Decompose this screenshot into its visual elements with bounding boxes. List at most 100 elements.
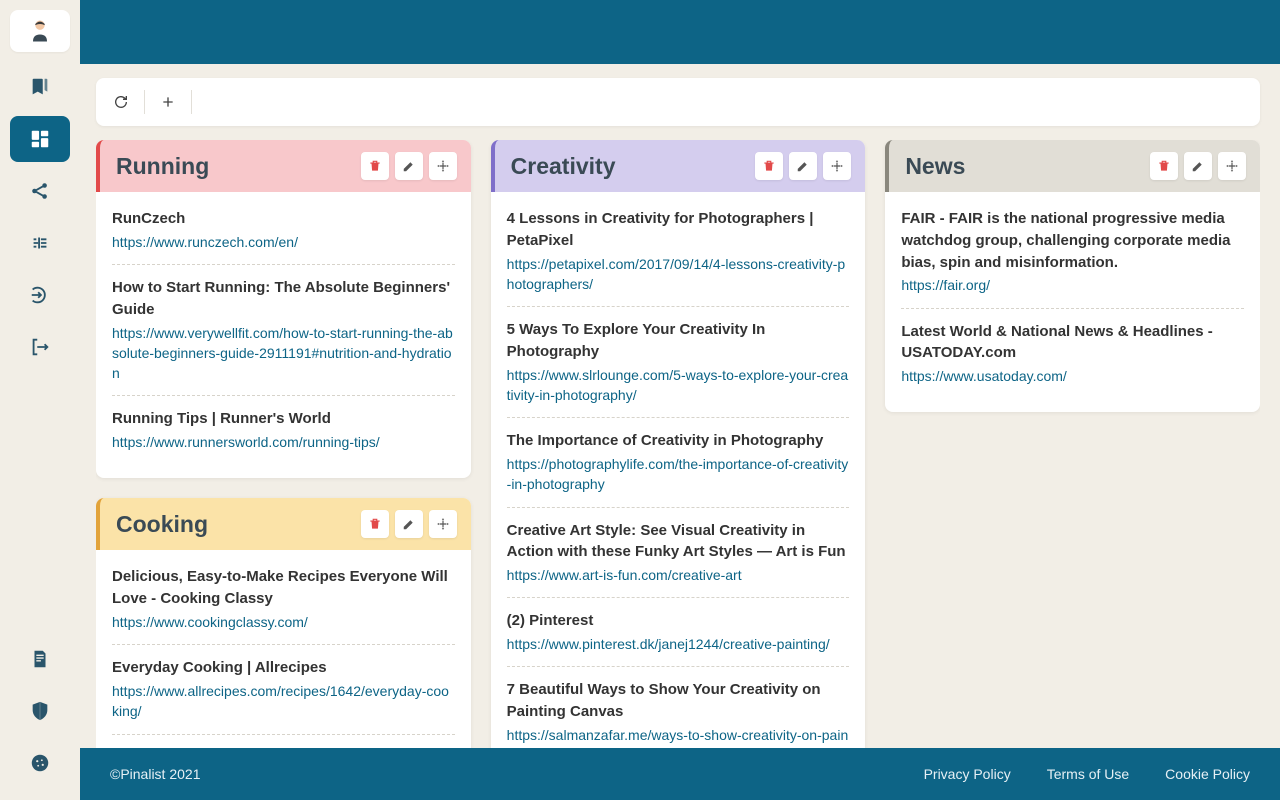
- pencil-icon: [402, 517, 416, 531]
- link-title: (2) Pinterest: [507, 610, 850, 632]
- card-title: Creativity: [511, 153, 616, 180]
- edit-button[interactable]: [1184, 152, 1212, 180]
- nav-dashboard[interactable]: [10, 116, 70, 162]
- link-title: 7 Beautiful Ways to Show Your Creativity…: [507, 679, 850, 723]
- move-icon: [830, 159, 844, 173]
- edit-button[interactable]: [789, 152, 817, 180]
- move-button[interactable]: [429, 152, 457, 180]
- link-url: https://www.runnersworld.com/running-tip…: [112, 432, 455, 452]
- card-title: Cooking: [116, 511, 208, 538]
- link-url: https://www.art-is-fun.com/creative-art: [507, 565, 850, 585]
- nav-import[interactable]: [10, 272, 70, 318]
- card-creativity: Creativity 4 Lessons in Creativity for Ph…: [491, 140, 866, 748]
- link-item[interactable]: Delicious, Easy-to-Make Recipes Everyone…: [112, 554, 455, 645]
- link-item[interactable]: RunCzechhttps://www.runczech.com/en/: [112, 196, 455, 265]
- link-title: How to Start Running: The Absolute Begin…: [112, 277, 455, 321]
- link-title: Latest World & National News & Headlines…: [901, 321, 1244, 365]
- edit-button[interactable]: [395, 510, 423, 538]
- footer: ©Pinalist 2021 Privacy Policy Terms of U…: [80, 748, 1280, 800]
- link-title: The Importance of Creativity in Photogra…: [507, 430, 850, 452]
- link-title: Delicious, Easy-to-Make Recipes Everyone…: [112, 566, 455, 610]
- main: Running RunCzechhttps://www.runczech.com/…: [80, 0, 1280, 800]
- trash-icon: [368, 517, 382, 531]
- link-item[interactable]: Everyday Cooking | Allrecipeshttps://www…: [112, 645, 455, 734]
- footer-copyright: ©Pinalist 2021: [110, 766, 200, 782]
- move-button[interactable]: [429, 510, 457, 538]
- pencil-icon: [402, 159, 416, 173]
- card-body: 4 Lessons in Creativity for Photographer…: [491, 192, 866, 748]
- card-header: News: [885, 140, 1260, 192]
- nav-logout[interactable]: [10, 324, 70, 370]
- pencil-icon: [1191, 159, 1205, 173]
- link-url: https://www.runczech.com/en/: [112, 232, 455, 252]
- nav-terms[interactable]: [10, 636, 70, 682]
- link-title: RunCzech: [112, 208, 455, 230]
- delete-button[interactable]: [1150, 152, 1178, 180]
- add-button[interactable]: [151, 85, 185, 119]
- link-title: Running Tips | Runner's World: [112, 408, 455, 430]
- link-url: https://photographylife.com/the-importan…: [507, 454, 850, 495]
- link-item[interactable]: Running Tips | Runner's Worldhttps://www…: [112, 396, 455, 464]
- card-header: Cooking: [96, 498, 471, 550]
- sidebar: [0, 0, 80, 800]
- delete-button[interactable]: [755, 152, 783, 180]
- card-header: Creativity: [491, 140, 866, 192]
- delete-button[interactable]: [361, 510, 389, 538]
- trash-icon: [368, 159, 382, 173]
- card-header: Running: [96, 140, 471, 192]
- refresh-button[interactable]: [104, 85, 138, 119]
- move-icon: [1225, 159, 1239, 173]
- topbar: [80, 0, 1280, 64]
- move-button[interactable]: [823, 152, 851, 180]
- link-item[interactable]: 5 Ways To Explore Your Creativity In Pho…: [507, 307, 850, 418]
- link-title: 5 Ways To Explore Your Creativity In Pho…: [507, 319, 850, 363]
- nav-tags[interactable]: [10, 220, 70, 266]
- card-cooking: Cooking Delicious, Easy-to-Make Recipes E…: [96, 498, 471, 748]
- card-body: Delicious, Easy-to-Make Recipes Everyone…: [96, 550, 471, 748]
- link-item[interactable]: How to Start Running: The Absolute Begin…: [112, 265, 455, 396]
- card-news: News FAIR - FAIR is the national progress…: [885, 140, 1260, 412]
- card-running: Running RunCzechhttps://www.runczech.com/…: [96, 140, 471, 478]
- nav-share[interactable]: [10, 168, 70, 214]
- link-url: https://salmanzafar.me/ways-to-show-crea…: [507, 725, 850, 748]
- trash-icon: [1157, 159, 1171, 173]
- avatar[interactable]: [10, 10, 70, 52]
- link-url: https://www.cookingclassy.com/: [112, 612, 455, 632]
- link-title: Everyday Cooking | Allrecipes: [112, 657, 455, 679]
- link-item[interactable]: (2) Pinteresthttps://www.pinterest.dk/ja…: [507, 598, 850, 667]
- footer-link-privacy[interactable]: Privacy Policy: [924, 766, 1011, 782]
- link-item[interactable]: Recipes | Free Recipes | Good Foodhttps:…: [112, 735, 455, 748]
- link-item[interactable]: FAIR - FAIR is the national progressive …: [901, 196, 1244, 309]
- move-button[interactable]: [1218, 152, 1246, 180]
- link-url: https://www.pinterest.dk/janej1244/creat…: [507, 634, 850, 654]
- link-title: Creative Art Style: See Visual Creativit…: [507, 520, 850, 564]
- board-scroll[interactable]: Running RunCzechhttps://www.runczech.com/…: [96, 140, 1260, 748]
- link-title: 4 Lessons in Creativity for Photographer…: [507, 208, 850, 252]
- link-url: https://fair.org/: [901, 275, 1244, 295]
- footer-link-terms[interactable]: Terms of Use: [1047, 766, 1129, 782]
- link-item[interactable]: 4 Lessons in Creativity for Photographer…: [507, 196, 850, 307]
- link-title: FAIR - FAIR is the national progressive …: [901, 208, 1244, 273]
- card-body: RunCzechhttps://www.runczech.com/en/How …: [96, 192, 471, 478]
- trash-icon: [762, 159, 776, 173]
- nav-privacy[interactable]: [10, 688, 70, 734]
- link-item[interactable]: Latest World & National News & Headlines…: [901, 309, 1244, 399]
- pencil-icon: [796, 159, 810, 173]
- link-url: https://www.verywellfit.com/how-to-start…: [112, 323, 455, 384]
- card-body: FAIR - FAIR is the national progressive …: [885, 192, 1260, 412]
- footer-link-cookies[interactable]: Cookie Policy: [1165, 766, 1250, 782]
- link-item[interactable]: 7 Beautiful Ways to Show Your Creativity…: [507, 667, 850, 748]
- delete-button[interactable]: [361, 152, 389, 180]
- nav-bookmarks[interactable]: [10, 64, 70, 110]
- link-item[interactable]: Creative Art Style: See Visual Creativit…: [507, 508, 850, 599]
- edit-button[interactable]: [395, 152, 423, 180]
- card-title: Running: [116, 153, 209, 180]
- nav-cookies[interactable]: [10, 740, 70, 786]
- link-url: https://www.usatoday.com/: [901, 366, 1244, 386]
- card-title: News: [905, 153, 965, 180]
- toolbar: [96, 78, 1260, 126]
- move-icon: [436, 517, 450, 531]
- link-url: https://www.slrlounge.com/5-ways-to-expl…: [507, 365, 850, 406]
- link-item[interactable]: The Importance of Creativity in Photogra…: [507, 418, 850, 507]
- link-url: https://www.allrecipes.com/recipes/1642/…: [112, 681, 455, 722]
